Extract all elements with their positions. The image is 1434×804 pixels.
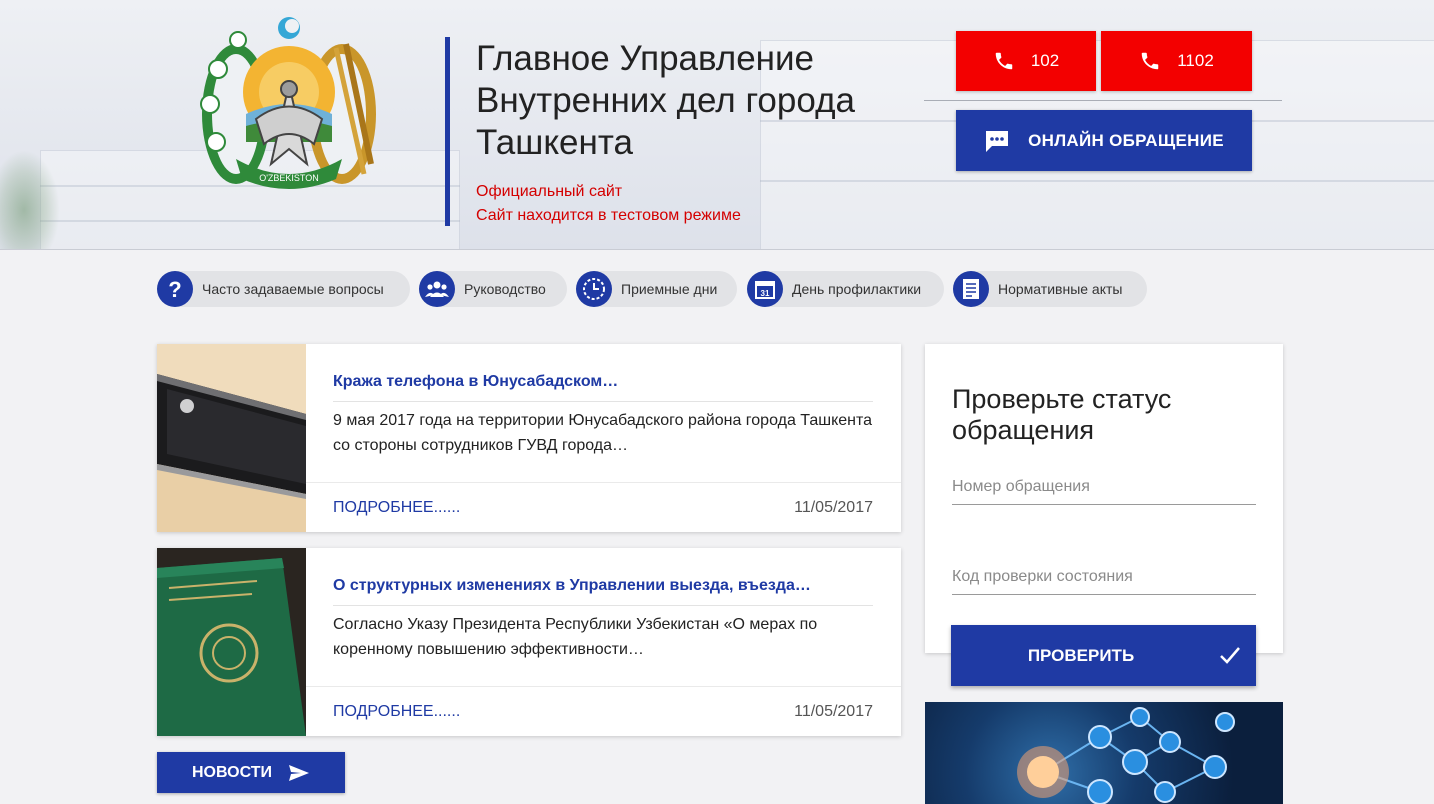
quick-link-regulations[interactable]: Нормативные акты [953,271,1147,307]
news-thumbnail-phone[interactable] [157,344,306,532]
quick-link-label: Нормативные акты [998,281,1123,297]
news-date: 11/05/2017 [794,499,873,516]
read-more-link[interactable]: ПОДРОБНЕЕ...... [333,703,460,721]
official-site-label: Официальный сайт [476,183,623,200]
promo-network-banner[interactable] [925,702,1283,804]
news-card-footer: ПОДРОБНЕЕ...... 11/05/2017 [306,482,901,532]
phone-102-label: 102 [1030,51,1060,70]
news-card-footer: ПОДРОБНЕЕ...... 11/05/2017 [306,686,901,736]
header-divider [924,100,1282,101]
quick-link-faq[interactable]: ? Часто задаваемые вопросы [157,271,410,307]
verification-code-input[interactable] [952,559,1256,595]
quick-link-label: Руководство [464,281,546,297]
calendar-day-number: 31 [761,289,770,298]
phone-102-button[interactable]: 102 [956,31,1096,91]
appeal-number-input[interactable] [952,469,1256,505]
checkmark-icon [1220,647,1240,664]
title-accent-bar [445,37,450,226]
phone-1102-label: 1102 [1177,51,1214,70]
news-button-label: НОВОСТИ [191,763,273,781]
clock-icon [576,271,612,307]
site-title: Главное Управление Внутренних дел города… [476,39,855,162]
news-card: О структурных изменениях в Управлении вы… [157,548,901,736]
news-button[interactable]: НОВОСТИ [157,752,345,793]
status-check-panel: Проверьте статус обращения [925,344,1283,653]
news-excerpt: 9 мая 2017 года на территории Юнусабадск… [333,412,873,454]
phone-1102-button[interactable]: 1102 [1101,31,1252,91]
news-excerpt: Согласно Указу Президента Республики Узб… [333,616,818,658]
news-date: 11/05/2017 [794,703,873,720]
news-title-link[interactable]: О структурных изменениях в Управлении вы… [333,577,873,606]
chat-icon [986,130,1009,152]
quick-link-label: День профилактики [792,281,922,297]
site-subtitle: Официальный сайт Сайт находится в тестов… [476,180,741,228]
check-status-button[interactable]: ПРОВЕРИТЬ [951,625,1256,686]
quick-link-label: Часто задаваемые вопросы [202,281,384,297]
news-title-link[interactable]: Кража телефона в Юнусабадском… [333,373,873,402]
building-line [40,220,460,222]
svg-text:?: ? [168,278,181,300]
quick-link-label: Приемные дни [621,281,718,297]
state-emblem-logo[interactable]: O'ZBEKISTON [196,14,382,196]
status-panel-title: Проверьте статус обращения [952,384,1172,445]
news-thumbnail-passport[interactable] [157,548,306,736]
document-icon [953,271,989,307]
tree-backdrop [0,150,60,249]
phone-icon [995,52,1013,70]
send-arrow-icon [289,764,310,781]
people-icon [419,271,455,307]
building-line [760,180,1434,182]
read-more-link[interactable]: ПОДРОБНЕЕ...... [333,499,460,517]
quick-link-leadership[interactable]: Руководство [419,271,567,307]
emblem-ribbon-text: O'ZBEKISTON [259,173,319,183]
check-button-label: ПРОВЕРИТЬ [1027,646,1135,665]
test-mode-label: Сайт находится в тестовом режиме [476,207,741,224]
site-header: O'ZBEKISTON Главное Управление Внутренни… [0,0,1434,250]
online-appeal-button[interactable]: ОНЛАЙН ОБРАЩЕНИЕ [956,110,1252,171]
phone-icon [1141,52,1159,70]
online-appeal-label: ОНЛАЙН ОБРАЩЕНИЕ [1028,130,1224,150]
news-card: Кража телефона в Юнусабадском… 9 мая 201… [157,344,901,532]
question-icon: ? [157,271,193,307]
quick-link-prevention-day[interactable]: 31 День профилактики [747,271,944,307]
calendar-icon: 31 [747,271,783,307]
quick-link-reception-days[interactable]: Приемные дни [576,271,737,307]
